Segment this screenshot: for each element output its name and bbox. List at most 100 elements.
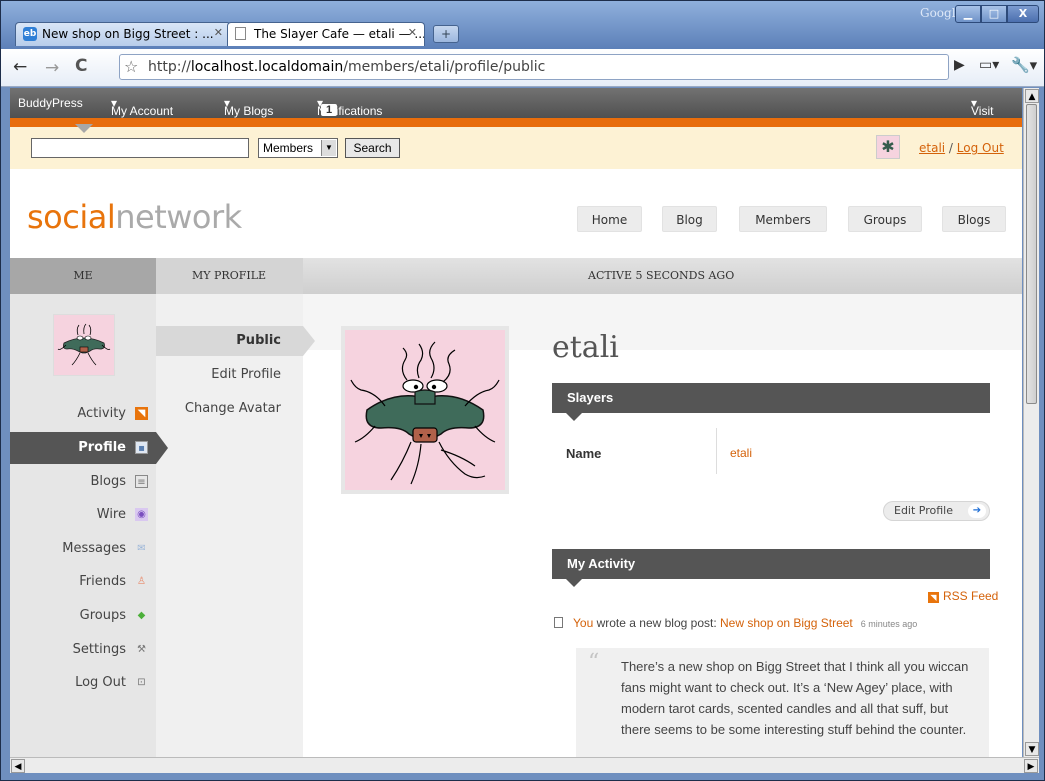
wrench-icon: ⚒ — [137, 644, 146, 655]
sidebar-item-activity[interactable]: Activity ◥ — [10, 398, 156, 430]
scroll-down-arrow-icon[interactable]: ▼ — [1025, 742, 1039, 756]
url-text[interactable]: http://localhost.localdomain/members/eta… — [148, 59, 545, 75]
field-divider — [716, 428, 717, 474]
user-avatar-small[interactable]: ✱ — [876, 135, 900, 159]
scroll-up-arrow-icon[interactable]: ▲ — [1025, 89, 1039, 103]
friends-icon: ♙ — [137, 576, 146, 587]
nav-blogs[interactable]: Blogs — [942, 206, 1006, 232]
nav-home[interactable]: Home — [577, 206, 642, 232]
bp-brand-link[interactable]: BuddyPress — [18, 96, 83, 110]
wrench-menu-icon[interactable]: 🔧▾ — [1011, 56, 1037, 74]
nav-groups[interactable]: Groups — [848, 206, 922, 232]
excerpt-text: There’s a new shop on Bigg Street that I… — [621, 659, 969, 737]
my-blogs-menu[interactable]: My Blogs ▾ — [224, 96, 273, 118]
field-value-name[interactable]: etali — [730, 446, 752, 460]
profile-section-header: Slayers — [552, 383, 990, 413]
notification-count-badge: 1 — [321, 104, 338, 116]
profile-display-name: etali — [552, 330, 619, 365]
maximize-button[interactable]: □ — [981, 5, 1007, 23]
logo-part-network: network — [115, 198, 242, 236]
nav-members[interactable]: Members — [739, 206, 827, 232]
activity-section-header: My Activity — [552, 549, 990, 579]
activity-item: You wrote a new blog post: New shop on B… — [554, 616, 917, 630]
sidebar-item-blogs[interactable]: Blogs ≡ — [10, 466, 156, 498]
my-account-label: My Account — [111, 104, 174, 118]
sidebar-item-label: Groups — [79, 608, 126, 623]
scroll-left-arrow-icon[interactable]: ◀ — [11, 759, 25, 773]
activity-action-text: wrote a new blog post: — [593, 616, 720, 630]
tab-my-profile[interactable]: MY PROFILE — [156, 258, 303, 294]
edit-profile-button[interactable]: Edit Profile ➔ — [883, 501, 990, 521]
subnav-edit-profile[interactable]: Edit Profile — [156, 360, 303, 390]
dropdown-arrow-icon[interactable]: ▼ — [321, 140, 336, 156]
close-window-button[interactable]: X — [1007, 5, 1039, 23]
close-tab-icon[interactable]: ✕ — [408, 26, 417, 39]
rss-feed-link[interactable]: ◥ RSS Feed — [928, 589, 998, 603]
sidebar-item-label: Log Out — [75, 675, 126, 690]
activity-actor-link[interactable]: You — [573, 616, 593, 630]
section-pointer — [566, 413, 582, 421]
my-blogs-label: My Blogs — [224, 104, 274, 118]
search-button[interactable]: Search — [345, 138, 400, 158]
browser-window: eb New shop on Bigg Street : ... ✕ The S… — [0, 0, 1045, 781]
sidebar-item-friends[interactable]: Friends ♙ — [10, 566, 156, 598]
site-logo[interactable]: socialnetwork — [27, 198, 242, 236]
tab-new-shop[interactable]: eb New shop on Bigg Street : ... ✕ — [15, 22, 231, 46]
tab-strip: eb New shop on Bigg Street : ... ✕ The S… — [1, 1, 1044, 49]
link-separator: / — [945, 141, 957, 155]
logo-part-social: social — [27, 198, 116, 236]
scrollbar-thumb[interactable] — [1026, 104, 1037, 404]
go-icon[interactable]: ▶ — [954, 57, 965, 73]
sidebar-avatar[interactable] — [53, 314, 115, 376]
back-arrow-icon[interactable]: ← — [13, 57, 27, 77]
sidebar-item-label: Friends — [79, 574, 126, 589]
sidebar-item-label: Messages — [62, 541, 126, 556]
star-icon[interactable]: ☆ — [124, 57, 138, 76]
close-tab-icon[interactable]: ✕ — [214, 26, 223, 39]
page-icon — [235, 27, 246, 40]
envelope-icon: ✉ — [137, 543, 146, 554]
sidebar-item-messages[interactable]: Messages ✉ — [10, 533, 156, 565]
nav-blog[interactable]: Blog — [662, 206, 717, 232]
active-item-pointer — [156, 432, 168, 464]
horizontal-scrollbar[interactable]: ◀ ▶ — [10, 757, 1039, 773]
lock-icon: ⊡ — [137, 677, 146, 688]
url-prefix: http:// — [148, 59, 191, 75]
reload-icon[interactable]: C — [75, 56, 87, 76]
activity-excerpt: “ There’s a new shop on Bigg Street that … — [576, 648, 989, 757]
profile-avatar — [341, 326, 509, 494]
new-tab-button[interactable]: + — [433, 25, 459, 43]
sidebar-item-profile[interactable]: Profile ▪ — [10, 432, 156, 464]
visit-menu[interactable]: Visit ▾ — [971, 96, 993, 118]
tab-slayer-cafe[interactable]: The Slayer Cafe — etali — ... ✕ — [227, 22, 425, 46]
sidebar-item-label: Settings — [72, 642, 126, 657]
subnav-public[interactable]: Public — [156, 326, 303, 356]
sidebar-item-logout[interactable]: Log Out ⊡ — [10, 667, 156, 699]
sidebar-item-label: Profile — [78, 440, 126, 455]
forward-arrow-icon[interactable]: → — [45, 58, 59, 78]
logout-link[interactable]: Log Out — [957, 141, 1004, 155]
profile-tab-row: ME MY PROFILE ACTIVE 5 SECONDS AGO — [10, 258, 1022, 294]
vertical-scrollbar[interactable]: ▲ ▼ — [1023, 88, 1039, 757]
scroll-right-arrow-icon[interactable]: ▶ — [1024, 759, 1038, 773]
subnav-change-avatar[interactable]: Change Avatar — [156, 394, 303, 424]
search-input[interactable] — [31, 138, 249, 158]
my-account-menu[interactable]: My Account ▾ — [111, 96, 173, 118]
tab-title: The Slayer Cafe — etali — ... — [254, 27, 425, 41]
username-link[interactable]: etali — [919, 141, 945, 155]
page-menu-icon[interactable]: ▭▾ — [979, 57, 999, 73]
sidebar-item-groups[interactable]: Groups ◆ — [10, 600, 156, 632]
minimize-button[interactable]: ▁ — [955, 5, 981, 23]
eb-favicon-icon: eb — [23, 27, 37, 41]
notifications-menu[interactable]: Notifications 1 ▾ — [317, 96, 382, 118]
tab-pointer — [75, 124, 93, 133]
address-bar[interactable]: ☆ http://localhost.localdomain/members/e… — [119, 54, 949, 80]
search-band: Members ▼ Search ✱ etali / Log Out — [10, 127, 1022, 169]
tab-me[interactable]: ME — [10, 258, 156, 294]
search-scope-select[interactable]: Members ▼ — [258, 138, 338, 158]
sidebar-item-settings[interactable]: Settings ⚒ — [10, 634, 156, 666]
sidebar-item-wire[interactable]: Wire ◉ — [10, 499, 156, 531]
arrow-right-icon: ➔ — [968, 504, 986, 518]
visit-label: Visit — [971, 104, 994, 118]
activity-post-link[interactable]: New shop on Bigg Street — [720, 616, 853, 630]
